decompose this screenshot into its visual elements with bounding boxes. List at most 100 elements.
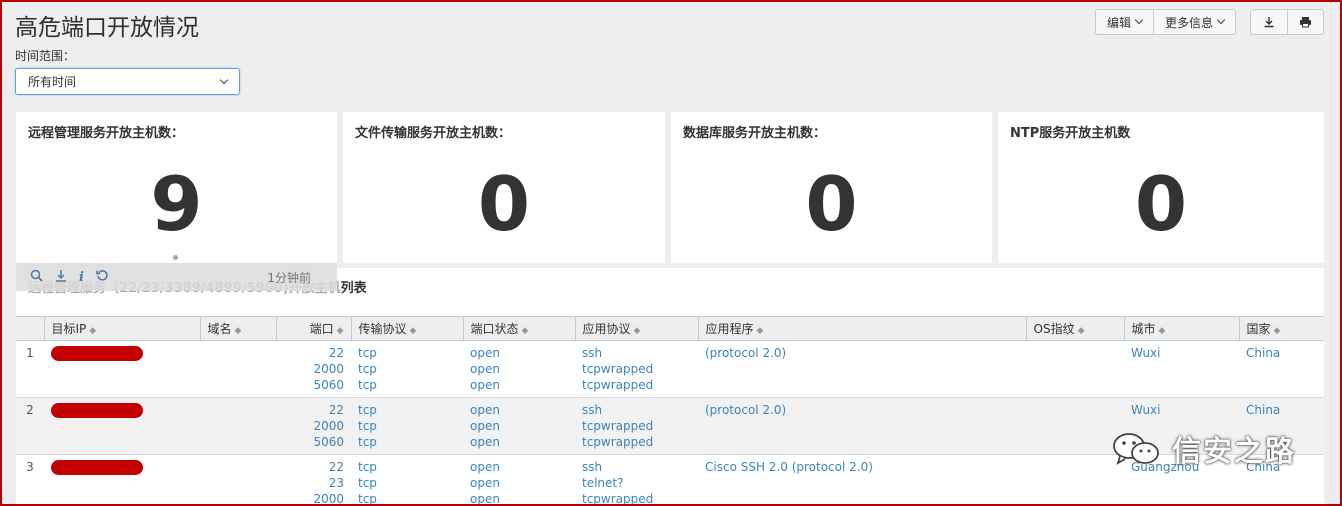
cell-value[interactable]: ssh [582,459,691,475]
cell-value[interactable]: tcp [358,361,456,377]
port-cell[interactable]: 22 23 2000 [276,455,351,506]
search-icon[interactable] [30,269,43,286]
cell-value[interactable]: ssh [582,345,691,361]
cell-value[interactable]: tcp [358,345,456,361]
target-ip-cell[interactable] [44,455,200,506]
app-protocol-cell[interactable]: ssh tcpwrapped tcpwrapped [575,341,698,398]
cell-value[interactable]: open [470,377,568,393]
drag-handle-dot[interactable] [173,255,178,260]
sort-icon: ◆ [1273,326,1281,336]
cell-value[interactable]: tcpwrapped [582,434,691,450]
cell-value[interactable]: open [470,402,568,418]
transport-cell[interactable]: tcp tcp tcp [351,397,463,455]
panel-title: NTP服务开放主机数 [1010,126,1131,141]
sort-icon: ◆ [1158,326,1166,336]
cell-value[interactable]: open [470,434,568,450]
cell-value[interactable]: open [470,475,568,491]
cell-value[interactable]: tcpwrapped [582,418,691,434]
app-protocol-cell[interactable]: ssh tcpwrapped tcpwrapped [575,397,698,455]
row-number: 1 [26,346,34,360]
cell-value[interactable]: 2000 [283,361,344,377]
cell-value[interactable]: 23 [283,475,344,491]
cell-value[interactable]: 2000 [283,491,344,506]
single-value[interactable]: 0 [671,164,992,244]
cell-value[interactable]: open [470,345,568,361]
app-protocol-cell[interactable]: ssh telnet? tcpwrapped [575,455,698,506]
cell-value[interactable]: ssh [582,402,691,418]
row-number: 3 [26,460,34,474]
cell-value[interactable]: tcp [358,491,456,506]
cell-value[interactable]: tcp [358,459,456,475]
cell-value[interactable]: tcp [358,402,456,418]
sort-icon: ◆ [633,326,641,336]
single-value[interactable]: 0 [343,164,665,244]
target-ip-cell[interactable] [44,397,200,455]
application-cell[interactable]: (protocol 2.0) [698,397,1026,455]
sort-icon: ◆ [234,326,242,336]
wechat-logo-icon [1113,433,1159,465]
export-icon[interactable] [55,269,67,286]
port-state-cell[interactable]: open open open [463,397,575,455]
col-target-ip[interactable]: 目标IP ◆ [43,316,200,341]
panel-toolbar: i 1分钟前 [16,263,337,291]
print-button[interactable] [1287,10,1323,34]
target-ip-cell[interactable] [44,341,200,398]
city-cell[interactable]: Wuxi [1124,341,1239,398]
domain-cell[interactable] [200,341,276,398]
col-rownum [16,316,44,341]
col-country[interactable]: 国家 ◆ [1238,316,1324,341]
os-fingerprint-cell[interactable] [1026,341,1124,398]
edit-button[interactable]: 编辑 [1096,10,1153,34]
col-app-protocol[interactable]: 应用协议 ◆ [574,316,698,341]
cell-value[interactable]: 2000 [283,418,344,434]
port-cell[interactable]: 22 2000 5060 [276,397,351,455]
cell-value[interactable]: tcpwrapped [582,361,691,377]
cell-value[interactable]: open [470,491,568,506]
single-value[interactable]: 0 [998,164,1324,244]
download-button[interactable] [1251,10,1287,34]
cell-value[interactable]: open [470,418,568,434]
cell-value[interactable]: tcp [358,377,456,393]
country-cell[interactable]: China [1239,341,1324,398]
application-cell[interactable]: (protocol 2.0) [698,341,1026,398]
cell-value[interactable]: tcpwrapped [582,377,691,393]
col-port-state[interactable]: 端口状态 ◆ [462,316,575,341]
cell-value[interactable]: 22 [283,345,344,361]
port-state-cell[interactable]: open open open [463,455,575,506]
cell-value[interactable]: tcp [358,418,456,434]
print-icon [1300,17,1311,28]
domain-cell[interactable] [200,397,276,455]
col-label: OS指纹 [1033,322,1075,336]
cell-value[interactable]: 22 [283,402,344,418]
transport-cell[interactable]: tcp tcp tcp [351,341,463,398]
col-port[interactable]: 端口 ◆ [275,316,351,341]
cell-value[interactable]: tcp [358,434,456,450]
cell-value[interactable]: telnet? [582,475,691,491]
port-state-cell[interactable]: open open open [463,341,575,398]
col-domain[interactable]: 域名 ◆ [199,316,276,341]
cell-value[interactable]: open [470,459,568,475]
col-transport[interactable]: 传输协议 ◆ [350,316,463,341]
more-info-button[interactable]: 更多信息 [1152,10,1235,34]
row-number: 2 [16,397,44,455]
refresh-icon[interactable] [96,269,109,286]
time-range-select[interactable]: 所有时间 [15,68,240,95]
cell-value[interactable]: 22 [283,459,344,475]
dashboard-menu-group: 编辑 更多信息 [1094,9,1236,35]
domain-cell[interactable] [200,455,276,506]
cell-value[interactable]: tcp [358,475,456,491]
transport-cell[interactable]: tcp tcp tcp [351,455,463,506]
info-icon[interactable]: i [79,270,84,285]
col-city[interactable]: 城市 ◆ [1123,316,1239,341]
application-cell[interactable]: Cisco SSH 2.0 (protocol 2.0) [698,455,1026,506]
col-application[interactable]: 应用程序 ◆ [697,316,1026,341]
cell-value[interactable]: 5060 [283,434,344,450]
single-value[interactable]: 9 [16,164,337,244]
cell-value[interactable]: open [470,361,568,377]
cell-value[interactable]: tcpwrapped [582,491,691,506]
watermark: 信安之路 [1110,428,1296,470]
port-cell[interactable]: 22 2000 5060 [276,341,351,398]
more-info-button-label: 更多信息 [1164,15,1213,30]
cell-value[interactable]: 5060 [283,377,344,393]
col-os-fingerprint[interactable]: OS指纹 ◆ [1025,316,1124,341]
